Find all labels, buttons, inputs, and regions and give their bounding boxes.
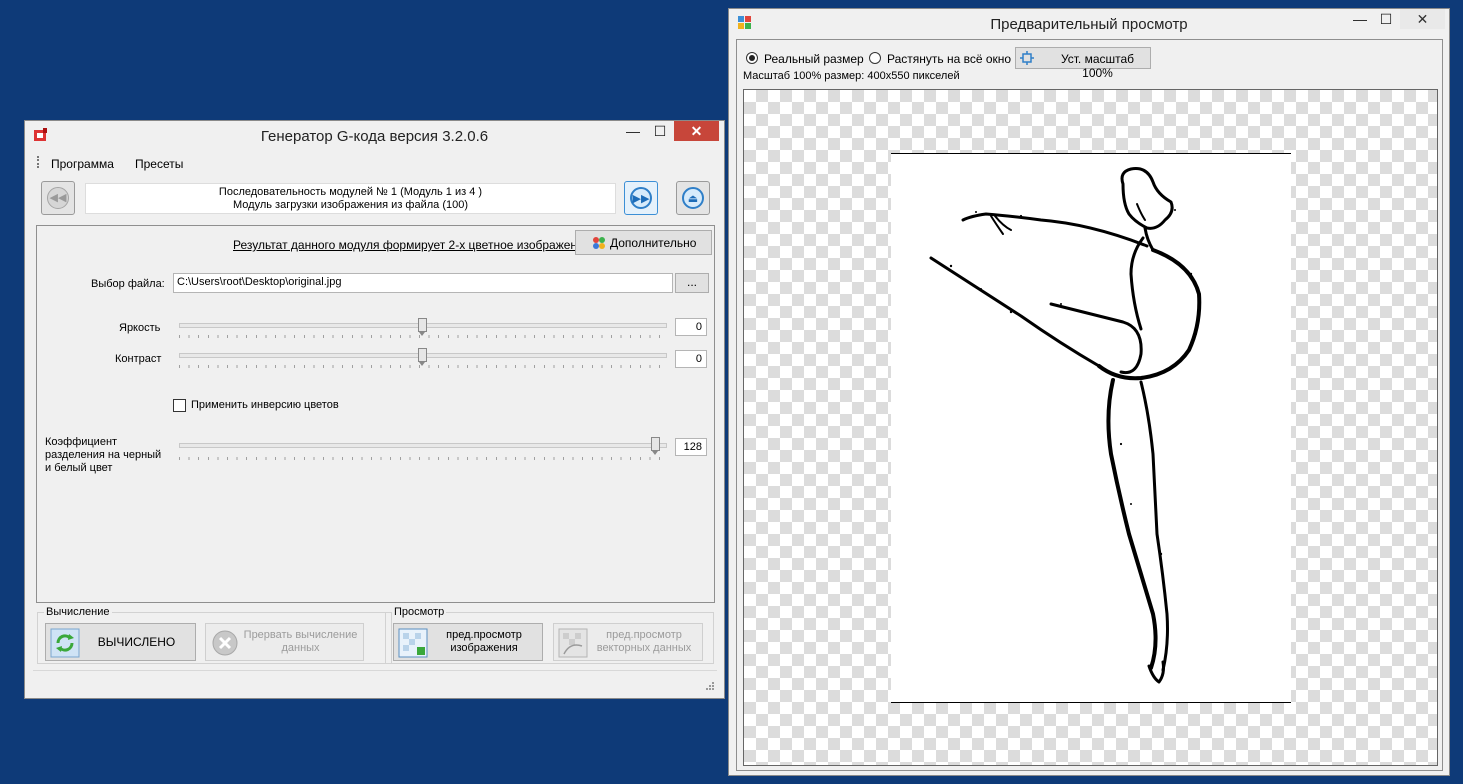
module-sequence-info: Последовательность модулей № 1 (Модуль 1… <box>85 183 616 214</box>
contrast-slider[interactable] <box>417 348 427 366</box>
abort-calculation-button[interactable]: Прервать вычисление данных <box>205 623 364 661</box>
stretch-label: Растянуть на всё окно <box>887 52 1012 66</box>
more-button[interactable]: Дополнительно <box>575 230 712 255</box>
main-window-title: Генератор G-кода версия 3.2.0.6 <box>260 128 489 145</box>
image-preview-label: пред.просмотр изображения <box>428 624 540 660</box>
contrast-value[interactable]: 0 <box>675 350 707 368</box>
set-scale-button[interactable]: Уст. масштаб 100% <box>1015 47 1151 80</box>
scale-info-label: Масштаб 100% размер: 400x550 пикселей <box>743 70 960 82</box>
threshold-label: Коэффициент разделения на черный и белый… <box>45 436 161 475</box>
main-title-bar[interactable]: Генератор G-кода версия 3.2.0.6 — ☐ ✕ <box>25 121 724 151</box>
preview-title-bar[interactable]: Предварительный просмотр — ☐ ✕ <box>729 9 1449 39</box>
set-scale-label: Уст. масштаб 100% <box>1060 52 1135 80</box>
close-button[interactable]: ✕ <box>674 121 719 141</box>
calculate-button-label: ВЫЧИСЛЕНО <box>97 634 176 649</box>
stretch-radio[interactable] <box>869 52 881 64</box>
preview-window: Предварительный просмотр — ☐ ✕ Реальный … <box>728 8 1450 776</box>
gcode-generator-window: Генератор G-кода версия 3.2.0.6 — ☐ ✕ Пр… <box>24 120 725 699</box>
menu-program[interactable]: Программа <box>51 157 114 171</box>
next-module-button[interactable]: ▶▶ <box>624 181 658 215</box>
threshold-slider[interactable] <box>650 437 660 455</box>
menu-grip <box>37 156 41 168</box>
threshold-label-line-2: разделения на черный <box>45 449 162 461</box>
brightness-value[interactable]: 0 <box>675 318 707 336</box>
preview-close-button[interactable]: ✕ <box>1400 9 1445 29</box>
image-preview-button[interactable]: пред.просмотр изображения <box>393 623 543 661</box>
preview-group-title: Просмотр <box>392 606 447 618</box>
preview-window-title: Предварительный просмотр <box>990 16 1188 33</box>
calculation-group-title: Вычисление <box>44 606 112 618</box>
palette-icon <box>593 237 605 249</box>
fast-forward-icon: ▶▶ <box>630 187 652 209</box>
abort-label-line-1: Прервать вычисление <box>243 629 358 641</box>
threshold-track <box>179 443 667 448</box>
threshold-label-line-3: и белый цвет <box>45 462 113 474</box>
threshold-ticks <box>179 457 665 460</box>
menu-bar: Программа Пресеты <box>33 152 717 174</box>
brightness-slider[interactable] <box>417 318 427 336</box>
browse-button[interactable]: ... <box>675 273 709 293</box>
prev-module-button[interactable]: ◀◀ <box>41 181 75 215</box>
eject-icon: ⏏ <box>682 187 704 209</box>
image-preview-icon <box>398 628 428 658</box>
result-info-link[interactable]: Результат данного модуля формирует 2-х ц… <box>233 238 590 252</box>
abort-button-label: Прервать вычисление данных <box>240 624 361 660</box>
eject-button[interactable]: ⏏ <box>676 181 710 215</box>
image-preview-line-2: изображения <box>450 642 518 654</box>
real-size-radio[interactable] <box>746 52 758 64</box>
ballerina-sketch-image <box>929 167 1202 684</box>
calculate-button[interactable]: ВЫЧИСЛЕНО <box>45 623 196 661</box>
image-preview-line-1: пред.просмотр <box>446 629 522 641</box>
more-button-label: Дополнительно <box>610 236 697 250</box>
module-settings-panel: Результат данного модуля формирует 2-х ц… <box>36 225 715 603</box>
status-bar <box>33 670 717 693</box>
fit-scale-icon <box>1020 51 1034 65</box>
minimize-button[interactable]: — <box>623 121 643 141</box>
preview-image <box>891 153 1291 703</box>
vector-preview-line-2: векторных данных <box>596 642 692 654</box>
cancel-icon <box>212 630 238 656</box>
preview-minimize-button[interactable]: — <box>1350 9 1370 29</box>
vector-preview-label: пред.просмотр векторных данных <box>588 624 700 660</box>
resize-grip-icon[interactable] <box>705 681 715 691</box>
real-size-label: Реальный размер <box>764 52 864 66</box>
vector-preview-icon <box>558 628 588 658</box>
maximize-button[interactable]: ☐ <box>650 121 670 141</box>
sequence-line-1: Последовательность модулей № 1 (Модуль 1… <box>218 186 483 198</box>
refresh-icon <box>50 628 80 658</box>
abort-label-line-2: данных <box>281 642 320 654</box>
menu-presets[interactable]: Пресеты <box>135 157 183 171</box>
threshold-value[interactable]: 128 <box>675 438 707 456</box>
file-path-input[interactable]: C:\Users\root\Desktop\original.jpg <box>173 273 673 293</box>
sequence-line-2: Модуль загрузки изображения из файла (10… <box>232 199 469 211</box>
preview-canvas[interactable] <box>743 89 1438 766</box>
preview-maximize-button[interactable]: ☐ <box>1376 9 1396 29</box>
file-label: Выбор файла: <box>91 278 165 290</box>
brightness-label: Яркость <box>119 322 161 334</box>
contrast-label: Контраст <box>115 353 162 365</box>
vector-preview-button[interactable]: пред.просмотр векторных данных <box>553 623 703 661</box>
threshold-label-line-1: Коэффициент <box>45 436 118 448</box>
vector-preview-line-1: пред.просмотр <box>606 629 682 641</box>
invert-label: Применить инверсию цветов <box>191 399 339 411</box>
invert-checkbox[interactable] <box>173 399 186 412</box>
rewind-icon: ◀◀ <box>47 187 69 209</box>
